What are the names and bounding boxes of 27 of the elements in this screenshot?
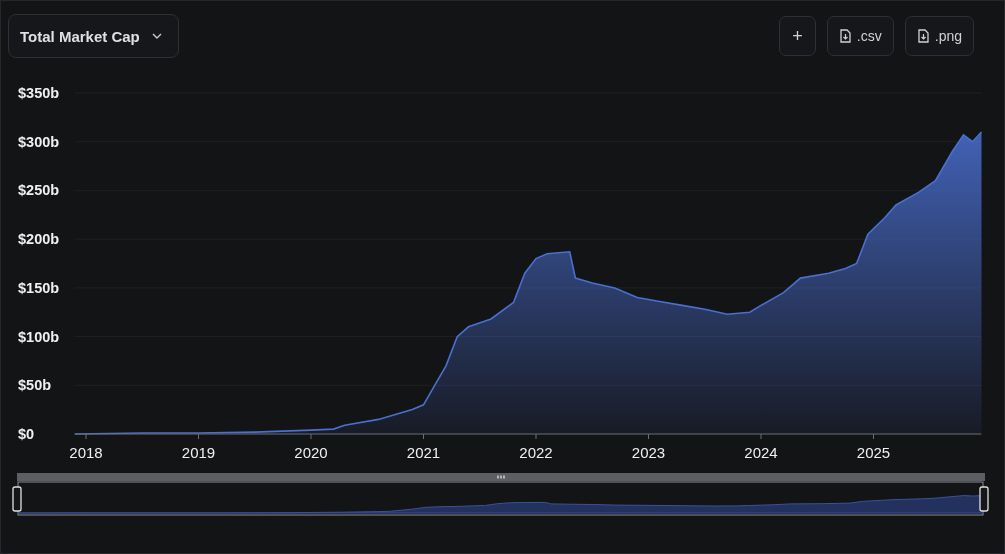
x-axis-label: 2025 (856, 444, 891, 461)
y-axis-label: $50b (18, 377, 52, 394)
download-button[interactable]: .png (904, 16, 974, 56)
y-axis-label: $200b (18, 231, 60, 248)
x-axis-label: 2020 (294, 444, 328, 461)
y-axis-label: $350b (18, 85, 60, 101)
range-handle[interactable] (12, 486, 22, 512)
y-axis-label: $250b (18, 182, 60, 199)
y-axis-label: $0 (18, 426, 35, 442)
metric-dropdown[interactable]: Total Market Cap (8, 14, 179, 58)
range-scrollbar[interactable] (17, 473, 985, 481)
y-axis-label: $100b (18, 328, 60, 345)
chevron-down-icon (151, 33, 162, 39)
x-axis-label: 2023 (631, 444, 666, 461)
y-axis-label: $150b (18, 279, 60, 296)
x-axis-label: 2018 (69, 444, 103, 461)
file-download-icon (916, 29, 929, 43)
grip-icon[interactable] (497, 474, 505, 480)
x-axis-label: 2019 (181, 444, 216, 461)
x-axis-label: 2022 (519, 444, 553, 461)
download-button[interactable]: .csv (826, 16, 894, 56)
add-button[interactable]: + (779, 16, 816, 56)
y-axis-label: $300b (18, 133, 60, 150)
x-axis-label: 2024 (744, 444, 778, 461)
range-handle[interactable] (979, 486, 989, 512)
x-axis-label: 2021 (406, 444, 441, 461)
file-download-icon (838, 29, 851, 43)
